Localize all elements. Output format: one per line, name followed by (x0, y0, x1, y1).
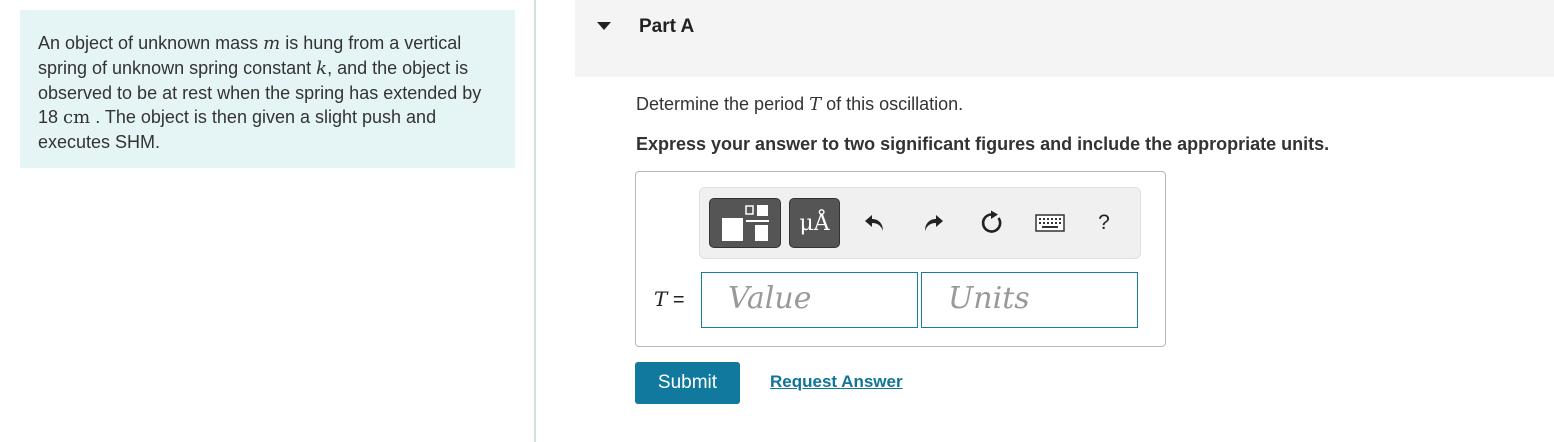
keyboard-icon (1035, 214, 1065, 232)
keyboard-button[interactable] (1033, 188, 1067, 258)
units-button[interactable]: μÅ (789, 198, 840, 248)
units-input[interactable]: Units (921, 272, 1138, 328)
reset-button[interactable] (977, 188, 1007, 258)
problem-text: An object of unknown mass m is hung from… (38, 33, 482, 152)
redo-icon (925, 215, 943, 231)
submit-button[interactable]: Submit (635, 362, 740, 404)
value-input[interactable]: Value (701, 272, 918, 328)
column-divider (534, 0, 536, 442)
help-button[interactable]: ? (1092, 188, 1116, 258)
help-icon: ? (1098, 211, 1110, 234)
reset-icon (981, 210, 1002, 233)
undo-button[interactable] (860, 188, 890, 258)
question-text: Determine the period T of this oscillati… (636, 94, 964, 115)
instruction-text: Express your answer to two significant f… (636, 134, 1330, 154)
redo-button[interactable] (918, 188, 948, 258)
part-header[interactable] (575, 0, 1554, 77)
units-icon: μÅ (799, 210, 830, 236)
answer-box: μÅ ? T = Value Units (635, 171, 1166, 347)
undo-icon (865, 215, 883, 231)
answer-label: T = (654, 287, 685, 311)
request-answer-link[interactable]: Request Answer (770, 372, 903, 392)
fraction-template-button[interactable] (709, 198, 781, 248)
collapse-caret-icon[interactable] (597, 22, 611, 30)
fraction-template-icon (722, 205, 769, 241)
math-toolbar: μÅ ? (699, 187, 1141, 259)
problem-statement: An object of unknown mass m is hung from… (20, 10, 515, 168)
part-title: Part A (639, 16, 695, 37)
